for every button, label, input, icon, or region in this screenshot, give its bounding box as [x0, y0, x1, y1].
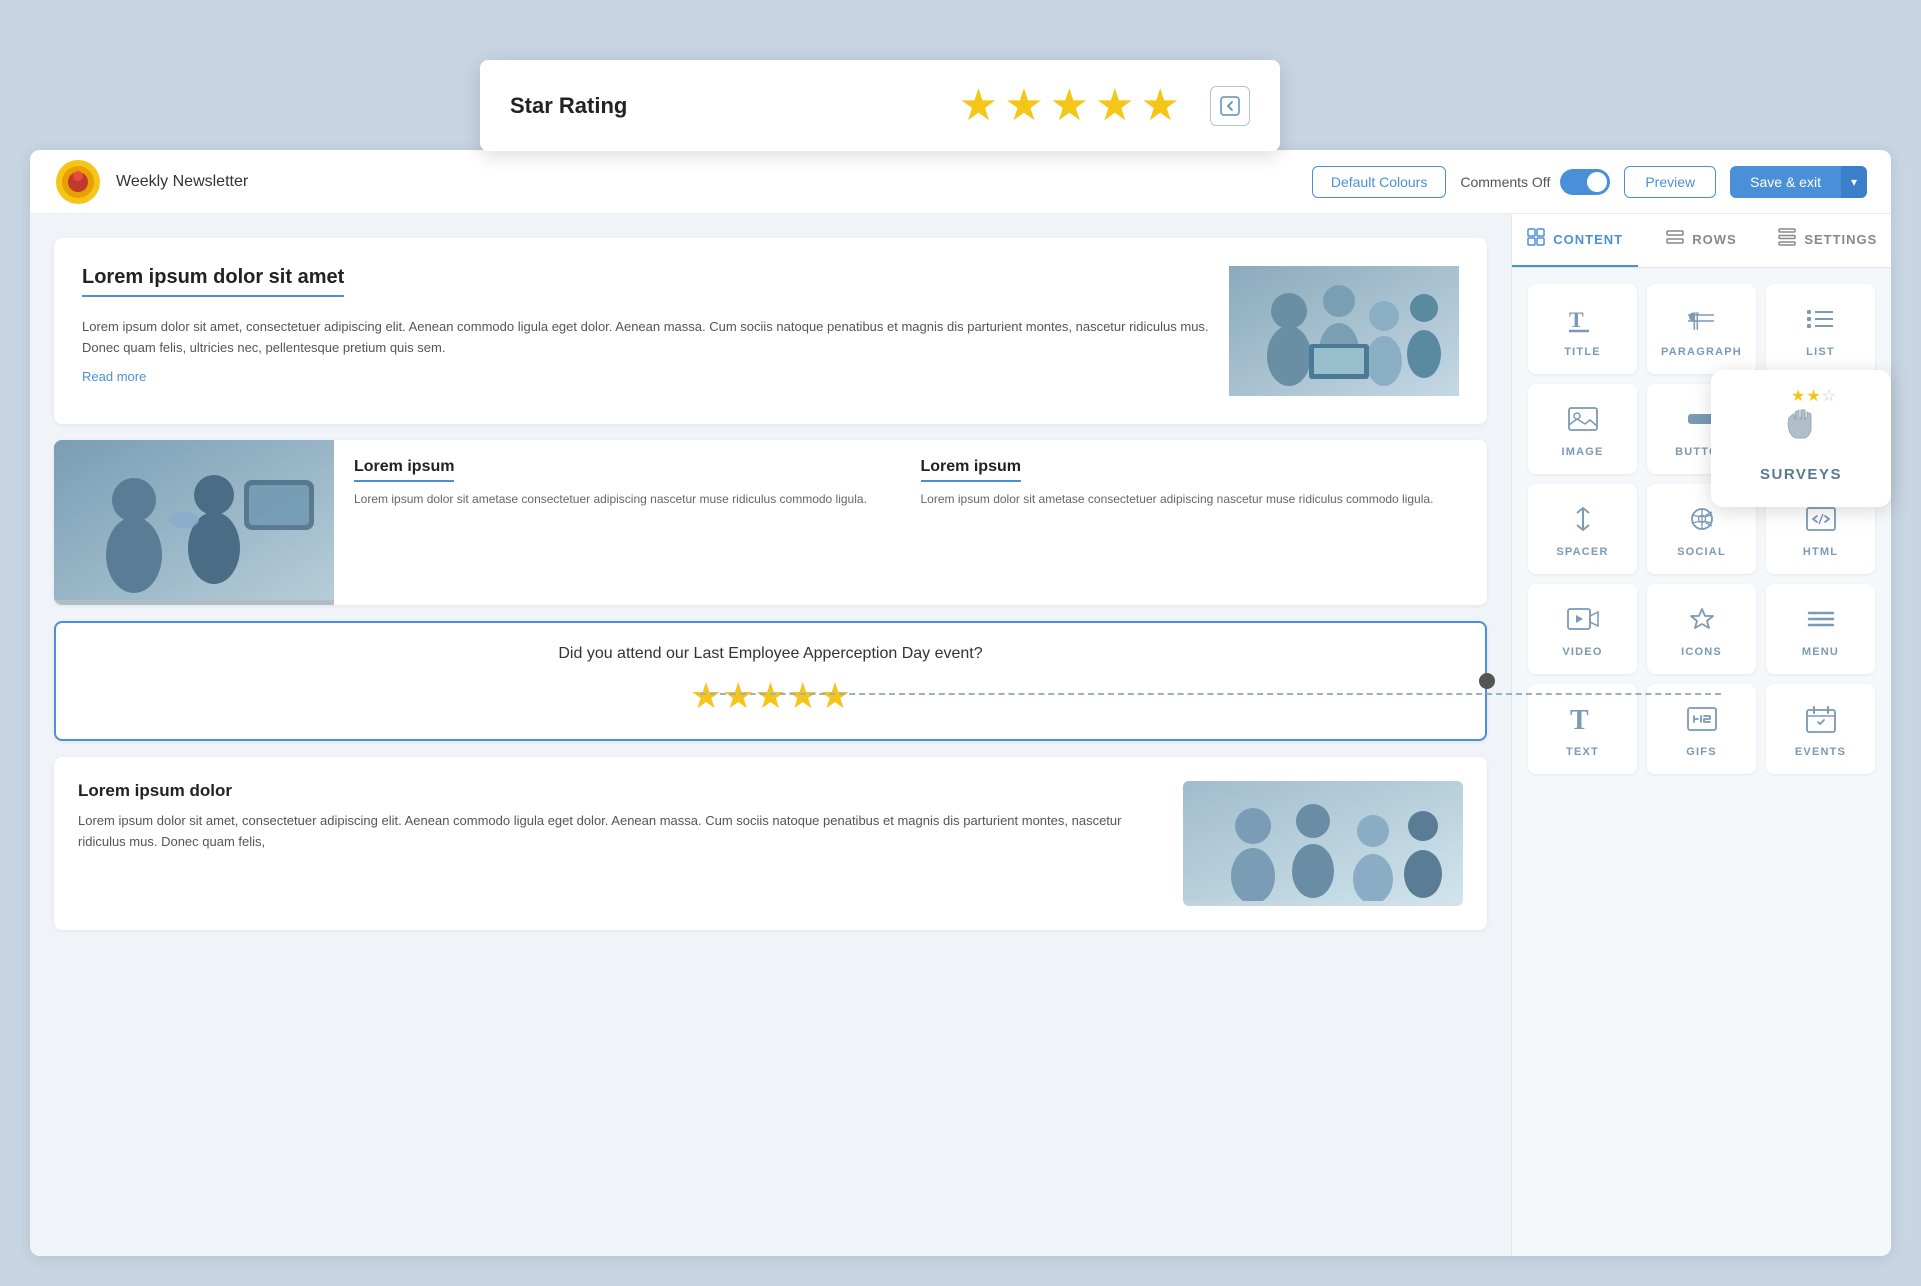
tab-settings-label: SETTINGS: [1804, 232, 1877, 247]
card3-heading: Lorem ipsum dolor: [78, 781, 1163, 801]
panel-item-social-label: SOCIAL: [1677, 546, 1726, 558]
card1-image: [1229, 266, 1459, 396]
spacer-icon: [1567, 505, 1599, 538]
email-card-2: Lorem ipsum Lorem ipsum dolor sit ametas…: [54, 440, 1487, 605]
tab-content[interactable]: CONTENT: [1512, 214, 1638, 267]
video-icon: [1567, 605, 1599, 638]
panel-item-title-label: TITLE: [1564, 346, 1601, 358]
panel-item-text[interactable]: T TEXT: [1528, 684, 1637, 774]
panel-item-image-label: IMAGE: [1561, 446, 1603, 458]
tab-settings[interactable]: SETTINGS: [1765, 214, 1891, 267]
email-preview: Lorem ipsum dolor sit amet Lorem ipsum d…: [30, 214, 1511, 1256]
survey-stars: ★★★★★: [78, 675, 1463, 717]
editor-title: Weekly Newsletter: [116, 173, 1312, 191]
save-dropdown-button[interactable]: ▾: [1841, 166, 1867, 198]
comments-label: Comments Off: [1460, 174, 1550, 190]
panel-tabs: CONTENT ROWS SETTINGS: [1512, 214, 1891, 268]
survey-connector-dot: [1479, 673, 1495, 689]
star-rating-popup: Star Rating ★ ★ ★ ★ ★: [480, 60, 1280, 151]
editor-container: Weekly Newsletter Default Colours Commen…: [30, 150, 1891, 1256]
card2-content: Lorem ipsum Lorem ipsum dolor sit ametas…: [334, 440, 1487, 605]
list-icon: [1805, 305, 1837, 338]
panel-item-text-label: TEXT: [1566, 746, 1599, 758]
tab-content-label: CONTENT: [1553, 232, 1623, 247]
panel-grid: T TITLE ¶ PARAGRAPH LIST: [1512, 268, 1891, 790]
card2-image: [54, 440, 334, 605]
panel-item-icons-label: ICONS: [1681, 646, 1722, 658]
card3-image: [1183, 781, 1463, 906]
svg-text:¶: ¶: [1688, 307, 1700, 332]
panel-item-menu[interactable]: MENU: [1766, 584, 1875, 674]
comments-toggle-group: Comments Off: [1460, 169, 1610, 195]
settings-tab-icon: [1778, 228, 1796, 251]
surveys-stars: ★ ★ ☆: [1791, 386, 1836, 406]
image-icon: [1567, 405, 1599, 438]
comments-toggle[interactable]: [1560, 169, 1610, 195]
panel-item-spacer[interactable]: SPACER: [1528, 484, 1637, 574]
tab-rows-label: ROWS: [1692, 232, 1736, 247]
rows-tab-icon: [1666, 230, 1684, 249]
popup-back-button[interactable]: [1210, 86, 1250, 126]
text-icon: T: [1567, 705, 1599, 738]
email-card-3: Lorem ipsum dolor Lorem ipsum dolor sit …: [54, 757, 1487, 930]
card3-body: Lorem ipsum dolor sit amet, consectetuer…: [78, 811, 1163, 853]
panel-item-title[interactable]: T TITLE: [1528, 284, 1637, 374]
panel-item-list-label: LIST: [1806, 346, 1835, 358]
surveys-float-card[interactable]: ★ ★ ☆ SURVEYS: [1711, 370, 1891, 507]
panel-item-video[interactable]: VIDEO: [1528, 584, 1637, 674]
panel-item-events-label: EVENTS: [1795, 746, 1846, 758]
panel-item-list[interactable]: LIST: [1766, 284, 1875, 374]
social-icon: [1686, 505, 1718, 538]
popup-title: Star Rating: [510, 93, 959, 119]
default-colours-button[interactable]: Default Colours: [1312, 166, 1447, 198]
html-icon: [1805, 505, 1837, 538]
panel-item-menu-label: MENU: [1802, 646, 1839, 658]
icons-icon: [1686, 605, 1718, 638]
events-icon: [1805, 705, 1837, 738]
surveys-float-label: SURVEYS: [1760, 466, 1842, 483]
survey-block: Did you attend our Last Employee Apperce…: [54, 621, 1487, 741]
surveys-icon-wrapper: ★ ★ ☆: [1771, 394, 1831, 454]
preview-button[interactable]: Preview: [1624, 166, 1716, 198]
card2-col2-body: Lorem ipsum dolor sit ametase consectetu…: [921, 490, 1468, 509]
panel-item-video-label: VIDEO: [1562, 646, 1602, 658]
card1-read-more[interactable]: Read more: [82, 369, 146, 384]
topbar-actions: Default Colours Comments Off Preview Sav…: [1312, 166, 1867, 198]
panel-item-gifs[interactable]: GIFS: [1647, 684, 1756, 774]
topbar: Weekly Newsletter Default Colours Commen…: [30, 150, 1891, 214]
gifs-icon: [1686, 705, 1718, 738]
svg-text:T: T: [1569, 307, 1584, 332]
card2-col1-body: Lorem ipsum dolor sit ametase consectetu…: [354, 490, 901, 509]
panel-item-html-label: HTML: [1803, 546, 1838, 558]
panel-item-events[interactable]: EVENTS: [1766, 684, 1875, 774]
card1-heading: Lorem ipsum dolor sit amet: [82, 266, 344, 297]
card2-col1-heading: Lorem ipsum: [354, 458, 454, 482]
card2-col2-heading: Lorem ipsum: [921, 458, 1021, 482]
card2-col1: Lorem ipsum Lorem ipsum dolor sit ametas…: [354, 458, 901, 587]
paragraph-icon: ¶: [1686, 305, 1718, 338]
panel-item-paragraph-label: PARAGRAPH: [1661, 346, 1742, 358]
popup-stars: ★ ★ ★ ★ ★: [959, 80, 1180, 131]
panel-item-gifs-label: GIFS: [1686, 746, 1716, 758]
email-card-1: Lorem ipsum dolor sit amet Lorem ipsum d…: [54, 238, 1487, 424]
panel-item-spacer-label: SPACER: [1556, 546, 1608, 558]
dashed-connector-line: [700, 693, 1721, 695]
panel-item-paragraph[interactable]: ¶ PARAGRAPH: [1647, 284, 1756, 374]
panel-item-image[interactable]: IMAGE: [1528, 384, 1637, 474]
app-logo: [54, 158, 102, 206]
menu-icon: [1805, 605, 1837, 638]
save-group: Save & exit ▾: [1730, 166, 1867, 198]
survey-question: Did you attend our Last Employee Apperce…: [78, 645, 1463, 663]
card3-text: Lorem ipsum dolor Lorem ipsum dolor sit …: [78, 781, 1163, 906]
tab-rows[interactable]: ROWS: [1638, 214, 1764, 267]
title-icon: T: [1567, 305, 1599, 338]
content-area: Lorem ipsum dolor sit amet Lorem ipsum d…: [30, 214, 1891, 1256]
panel-item-icons[interactable]: ICONS: [1647, 584, 1756, 674]
save-exit-button[interactable]: Save & exit: [1730, 166, 1841, 198]
svg-text:T: T: [1570, 705, 1589, 733]
content-tab-icon: [1527, 228, 1545, 251]
card2-col2: Lorem ipsum Lorem ipsum dolor sit ametas…: [921, 458, 1468, 587]
